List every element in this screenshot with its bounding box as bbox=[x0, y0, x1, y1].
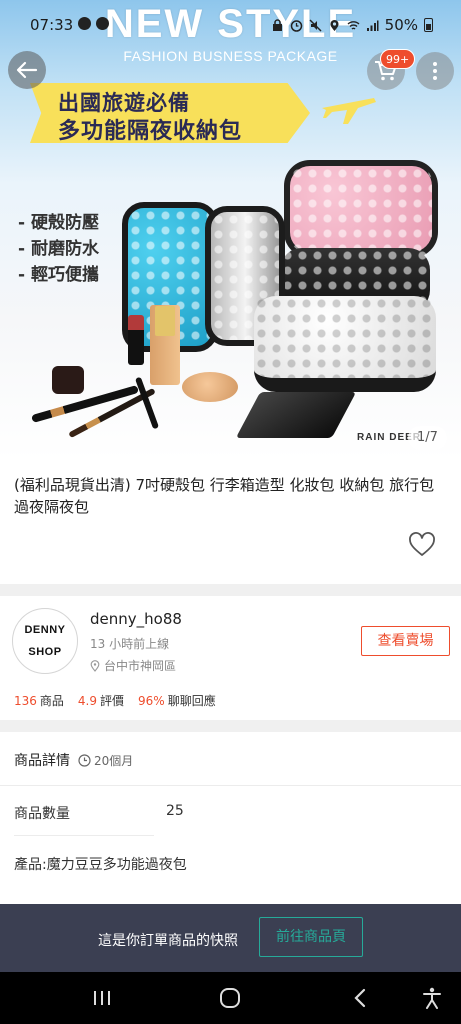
product-description: 產品:魔力豆豆多功能過夜包 bbox=[14, 857, 187, 873]
mute-icon bbox=[309, 18, 322, 32]
bottle-cap-image bbox=[155, 306, 175, 336]
lock-icon bbox=[272, 18, 282, 31]
row-divider bbox=[0, 785, 461, 786]
arrow-left-icon bbox=[16, 61, 38, 79]
home-icon bbox=[220, 988, 240, 1008]
go-to-product-button[interactable]: 前往商品頁 bbox=[259, 917, 363, 957]
recent-apps-icon bbox=[94, 991, 110, 1005]
shop-location: 台中市神岡區 bbox=[90, 657, 176, 674]
location-pin-icon bbox=[90, 659, 100, 672]
notification-icons bbox=[78, 17, 109, 30]
listing-age: 20個月 bbox=[78, 752, 133, 769]
listing-age-text: 20個月 bbox=[94, 753, 134, 768]
shop-online-status: 13 小時前上線 bbox=[90, 637, 170, 651]
home-button[interactable] bbox=[208, 972, 252, 1024]
alarm-icon bbox=[290, 19, 302, 32]
details-title: 商品詳情 bbox=[14, 753, 70, 769]
shield-icon bbox=[96, 17, 109, 30]
power-bank-image bbox=[235, 392, 357, 438]
pink-case-image bbox=[284, 160, 438, 258]
chevron-left-icon bbox=[354, 988, 366, 1008]
cart-count-badge: 99+ bbox=[380, 49, 416, 69]
product-details-header: 商品詳情 20個月 bbox=[14, 750, 133, 770]
cream-jar-image bbox=[52, 366, 84, 394]
feature-item: - 耐磨防水 bbox=[18, 239, 99, 259]
status-time: 07:33 bbox=[30, 16, 74, 34]
section-divider bbox=[0, 584, 461, 596]
system-status-icons: 50% bbox=[271, 16, 433, 34]
shop-avatar[interactable]: DENNY SHOP bbox=[12, 608, 78, 674]
airplane-icon bbox=[322, 98, 376, 124]
stat-products: 136 商品 bbox=[14, 694, 64, 708]
section-divider bbox=[0, 720, 461, 732]
clock-icon bbox=[78, 753, 91, 767]
more-options-button[interactable] bbox=[416, 52, 454, 90]
back-button[interactable] bbox=[8, 51, 46, 89]
location-icon bbox=[330, 19, 339, 31]
feature-item: - 輕巧便攜 bbox=[18, 265, 99, 285]
back-nav-button[interactable] bbox=[338, 972, 382, 1024]
favorite-heart-icon[interactable] bbox=[408, 532, 436, 558]
accessibility-icon bbox=[423, 987, 441, 1009]
quantity-label: 商品數量 bbox=[14, 806, 70, 822]
accessibility-button[interactable] bbox=[412, 972, 452, 1024]
battery-percentage: 50% bbox=[384, 16, 418, 34]
recent-apps-button[interactable] bbox=[80, 972, 124, 1024]
stat-chat-response: 96% 聊聊回應 bbox=[138, 694, 216, 708]
snapshot-notice-text: 這是你訂單商品的快照 bbox=[98, 933, 238, 949]
more-vertical-icon bbox=[433, 62, 437, 80]
view-shop-button[interactable]: 查看賣場 bbox=[361, 626, 450, 656]
facebook-icon bbox=[78, 17, 91, 30]
shop-stats: 136 商品 4.9 評價 96% 聊聊回應 bbox=[14, 692, 216, 709]
quantity-value: 25 bbox=[166, 803, 184, 819]
wifi-icon bbox=[347, 20, 360, 30]
avatar-text-line1: DENNY bbox=[24, 624, 66, 636]
promo-line-2: 多功能隔夜收納包 bbox=[58, 119, 243, 144]
feature-item: - 硬殼防壓 bbox=[18, 213, 99, 233]
signal-icon bbox=[366, 20, 379, 31]
avatar-text-line2: SHOP bbox=[28, 646, 62, 658]
sponge-puff-image bbox=[182, 372, 238, 402]
stat-rating: 4.9 評價 bbox=[77, 694, 125, 708]
row-divider bbox=[14, 835, 154, 836]
shop-name[interactable]: denny_ho88 bbox=[90, 610, 182, 628]
status-bar: 07:33 50% bbox=[0, 0, 461, 50]
image-page-indicator: 1/7 bbox=[408, 426, 447, 450]
shop-location-text: 台中市神岡區 bbox=[104, 659, 177, 673]
feature-list: - 硬殼防壓 - 耐磨防水 - 輕巧便攜 bbox=[18, 210, 99, 288]
white-case-image bbox=[254, 296, 436, 392]
product-title: (福利品現貨出清) 7吋硬殼包 行李箱造型 化妝包 收納包 旅行包 過夜隔夜包 bbox=[14, 476, 435, 516]
battery-icon bbox=[424, 18, 433, 32]
lipstick-image bbox=[128, 315, 144, 365]
